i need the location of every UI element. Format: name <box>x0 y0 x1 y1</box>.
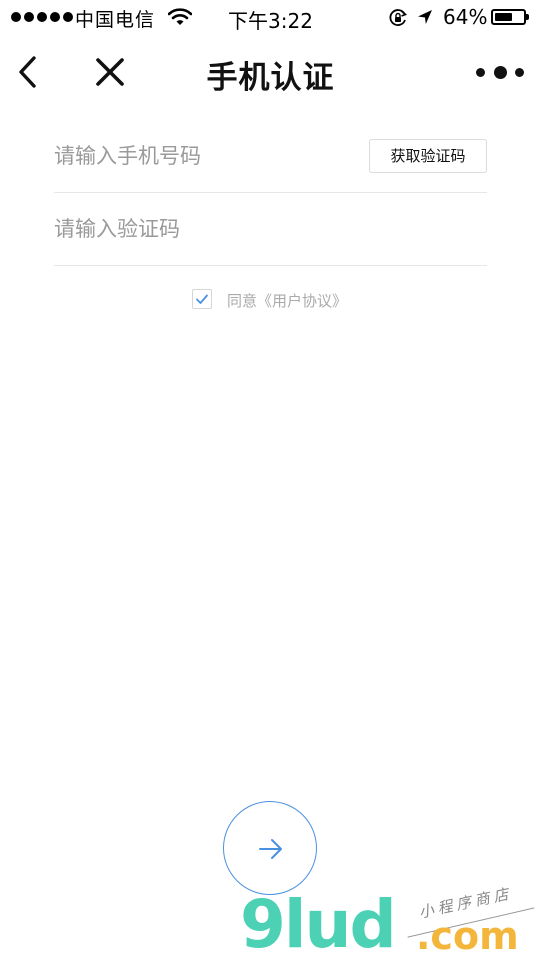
checkmark-icon <box>196 294 208 304</box>
phone-number-input[interactable] <box>54 140 344 172</box>
agreement-row: 同意《用户协议》 <box>0 288 541 312</box>
phone-row: 获取验证码 <box>54 120 487 193</box>
verification-code-input[interactable] <box>54 213 344 245</box>
user-agreement-link[interactable]: 同意《用户协议》 <box>227 290 347 311</box>
next-button[interactable] <box>223 801 317 895</box>
battery-icon <box>491 9 529 25</box>
agree-checkbox[interactable] <box>192 289 212 309</box>
arrow-right-icon <box>259 839 282 859</box>
get-code-button[interactable]: 获取验证码 <box>369 139 487 173</box>
page-title: 手机认证 <box>206 60 335 96</box>
status-bar: 中国电信 下午3:22 64% <box>0 0 541 36</box>
more-dots-icon[interactable] <box>476 62 524 82</box>
watermark-logo: 9lud 小程序商店 .com <box>240 884 540 963</box>
watermark-domain: .com <box>416 914 519 958</box>
code-row <box>54 193 487 266</box>
orientation-lock-icon <box>388 8 408 33</box>
phone-auth-form: 获取验证码 <box>54 120 487 266</box>
watermark-brand: 9lud <box>240 886 397 963</box>
location-arrow-icon <box>416 8 434 31</box>
nav-bar: 手机认证 <box>0 36 541 108</box>
battery-percent: 64% <box>443 5 488 29</box>
